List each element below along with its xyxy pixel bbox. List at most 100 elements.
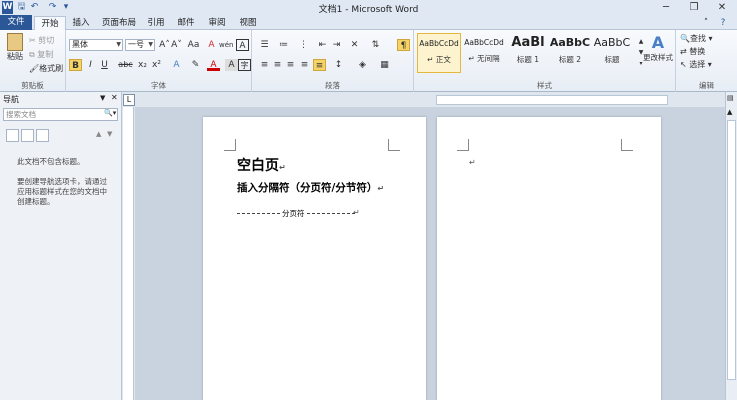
font-name-combo[interactable]: 黑体 ▼ xyxy=(69,39,123,51)
align-left-icon[interactable]: ≡ xyxy=(258,59,271,71)
find-button[interactable]: 🔍查找 ▾ xyxy=(680,33,713,44)
copy-icon: ⧉ xyxy=(29,50,35,59)
strikethrough-button[interactable]: abc xyxy=(117,59,134,71)
enclose-char-icon[interactable]: 字 xyxy=(238,59,251,71)
superscript-button[interactable]: x² xyxy=(150,59,163,71)
sort-icon[interactable]: ⇅ xyxy=(369,39,382,51)
paste-icon xyxy=(7,33,23,51)
tab-insert[interactable]: 插入 xyxy=(68,16,94,30)
horizontal-ruler[interactable] xyxy=(436,95,668,105)
numbering-icon[interactable]: ≔ xyxy=(277,39,290,51)
italic-button[interactable]: I xyxy=(84,59,97,71)
prev-result-icon[interactable]: ▲ xyxy=(96,130,101,138)
scroll-thumb[interactable] xyxy=(727,120,736,380)
tab-selector[interactable]: L xyxy=(123,94,135,106)
clear-format-icon[interactable]: A xyxy=(205,39,218,51)
show-marks-icon[interactable]: ¶ xyxy=(397,39,410,51)
font-size-combo[interactable]: 一号 ▼ xyxy=(125,39,155,51)
style-no-spacing[interactable]: AaBbCcDd ↵ 无间隔 xyxy=(462,33,506,73)
increase-indent-icon[interactable]: ⇥ xyxy=(330,39,343,51)
distributed-icon[interactable]: ≡ xyxy=(313,59,326,71)
navigation-pane-title: 导航 xyxy=(3,95,19,104)
doc-heading[interactable]: 空白页↵ xyxy=(237,155,286,175)
font-size-value: 一号 xyxy=(128,40,144,49)
align-right-icon[interactable]: ≡ xyxy=(284,59,297,71)
char-shading-icon[interactable]: A xyxy=(225,59,238,71)
close-button[interactable]: ✕ xyxy=(709,0,735,15)
subscript-button[interactable]: x₂ xyxy=(136,59,149,71)
style-normal[interactable]: AaBbCcDd ↵ 正文 xyxy=(417,33,461,73)
ruler-toggle-icon[interactable]: ▤ xyxy=(727,94,734,102)
tab-file[interactable]: 文件 xyxy=(0,15,32,30)
style-title-name: 标题 xyxy=(604,55,620,64)
change-case-icon[interactable]: Aa xyxy=(187,39,200,51)
browse-headings-tab[interactable] xyxy=(6,129,19,142)
search-options-icon[interactable]: 🔍▾ xyxy=(104,109,116,117)
crop-mark xyxy=(457,139,469,151)
select-button[interactable]: ↖ 选择 ▾ xyxy=(680,59,712,70)
tab-home[interactable]: 开始 xyxy=(34,16,66,31)
style-heading2[interactable]: AaBbC 标题 2 xyxy=(548,33,592,73)
tab-mailings[interactable]: 邮件 xyxy=(174,16,198,30)
text-effects-icon[interactable]: A xyxy=(170,59,183,71)
editing-group: 🔍查找 ▾ ⇄ 替换 ↖ 选择 ▾ 编辑 xyxy=(676,30,737,92)
ribbon-tabs: 文件 开始 插入 页面布局 引用 邮件 审阅 视图 ˄ ? xyxy=(0,15,737,31)
format-painter-button[interactable]: 🖌格式刷 xyxy=(29,63,63,74)
chevron-down-icon: ▼ xyxy=(148,41,153,48)
phonetic-guide-icon[interactable]: wén xyxy=(219,39,233,51)
style-heading1-sample: AaBl xyxy=(511,35,545,50)
style-no-spacing-sample: AaBbCcDd xyxy=(464,38,504,47)
line-spacing-icon[interactable]: ↕ xyxy=(332,59,345,71)
underline-button[interactable]: U xyxy=(98,59,111,71)
bold-button[interactable]: B xyxy=(69,59,82,71)
collapse-ribbon-icon[interactable]: ˄ xyxy=(700,16,712,30)
multilevel-list-icon[interactable]: ⋮ xyxy=(297,39,310,51)
align-center-icon[interactable]: ≡ xyxy=(271,59,284,71)
paragraph-mark: ↵ xyxy=(377,184,385,193)
no-headings-message: 此文档不包含标题。 xyxy=(17,157,85,166)
crop-mark xyxy=(621,139,633,151)
font-color-icon[interactable]: A xyxy=(207,59,220,71)
tab-view[interactable]: 视图 xyxy=(236,16,260,30)
scroll-up-icon[interactable]: ▲ xyxy=(727,108,732,116)
pane-options-icon[interactable]: ▼ xyxy=(100,94,105,102)
restore-button[interactable]: ❐ xyxy=(681,0,707,15)
highlight-icon[interactable]: ✎ xyxy=(189,59,202,71)
char-border-icon[interactable]: A xyxy=(236,39,249,51)
close-pane-icon[interactable]: ✕ xyxy=(111,93,118,102)
help-icon[interactable]: ? xyxy=(717,16,729,30)
shading-icon[interactable]: ◈ xyxy=(356,59,369,71)
borders-icon[interactable]: ▦ xyxy=(378,59,391,71)
paragraph-mark: ↵ xyxy=(279,163,286,172)
style-heading1[interactable]: AaBl 标题 1 xyxy=(506,33,550,73)
chevron-down-icon: ▼ xyxy=(116,41,121,48)
scissors-icon: ✂ xyxy=(29,36,36,45)
tab-review[interactable]: 审阅 xyxy=(205,16,229,30)
browse-pages-tab[interactable] xyxy=(21,129,34,142)
style-title[interactable]: AaBbC 标题 xyxy=(590,33,634,73)
style-title-sample: AaBbC xyxy=(593,36,631,49)
justify-icon[interactable]: ≡ xyxy=(298,59,311,71)
nav-search-input[interactable]: 搜索文档 xyxy=(3,108,118,121)
cut-button[interactable]: ✂ 剪切 xyxy=(29,35,54,46)
paste-button[interactable]: 粘贴 xyxy=(4,33,26,67)
next-result-icon[interactable]: ▼ xyxy=(107,130,112,138)
shrink-font-icon[interactable]: A˅ xyxy=(170,39,183,51)
tab-page-layout[interactable]: 页面布局 xyxy=(100,16,138,30)
vertical-ruler[interactable] xyxy=(123,107,134,400)
chinese-layout-icon[interactable]: ✕ xyxy=(348,39,361,51)
doc-subheading[interactable]: 插入分隔符（分页符/分节符）↵ xyxy=(237,180,384,195)
replace-button[interactable]: ⇄ 替换 xyxy=(680,46,705,57)
style-no-spacing-name: ↵ 无间隔 xyxy=(468,54,500,63)
change-styles-button[interactable]: A 更改样式 xyxy=(642,34,674,63)
decrease-indent-icon[interactable]: ⇤ xyxy=(316,39,329,51)
create-headings-hint: 要创建导航选项卡，请通过应用标题样式在您的文档中创建标题。 xyxy=(17,177,107,206)
browse-results-tab[interactable] xyxy=(36,129,49,142)
vertical-scrollbar[interactable]: ▤ ▲ xyxy=(725,92,737,400)
style-heading1-name: 标题 1 xyxy=(516,55,540,64)
copy-button[interactable]: ⧉ 复制 xyxy=(29,49,53,60)
tab-references[interactable]: 引用 xyxy=(144,16,168,30)
style-normal-name: ↵ 正文 xyxy=(427,55,451,64)
minimize-button[interactable]: ─ xyxy=(653,0,679,15)
bullets-icon[interactable]: ☰ xyxy=(258,39,271,51)
